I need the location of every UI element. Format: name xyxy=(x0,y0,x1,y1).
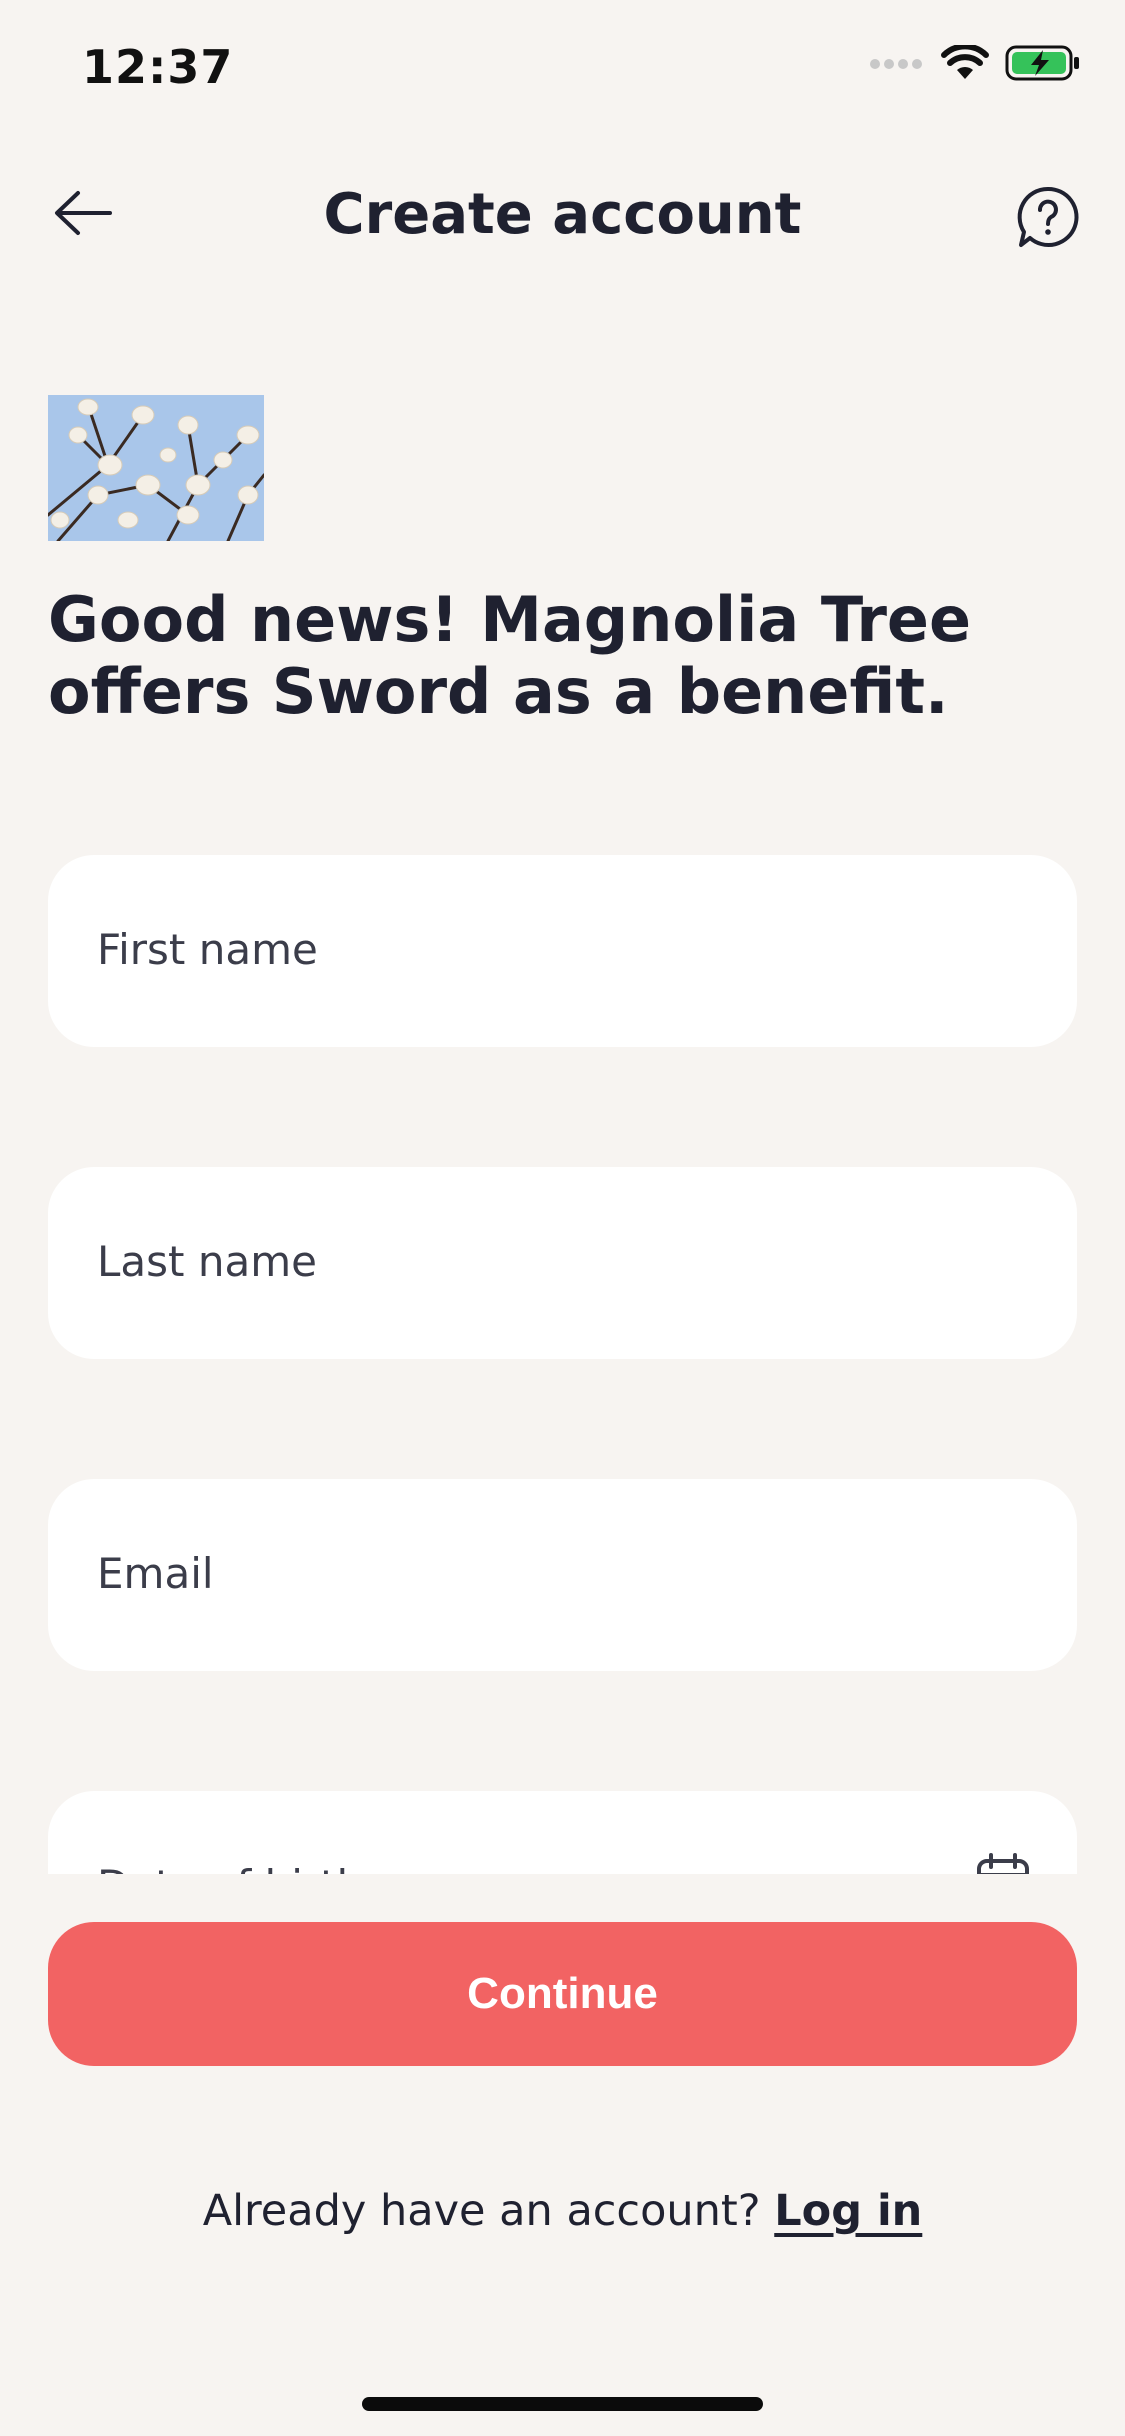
last-name-placeholder: Last name xyxy=(97,1237,317,1286)
signal-dots-icon xyxy=(869,56,925,75)
login-link[interactable]: Log in xyxy=(774,2186,922,2236)
nav-header: Create account xyxy=(0,160,1125,270)
date-of-birth-field[interactable]: Date of birth xyxy=(48,1791,1077,1874)
status-time: 12:37 xyxy=(82,40,234,94)
form-scroll-area: First name Last name Email Date of birth xyxy=(0,820,1125,1874)
help-button[interactable] xyxy=(1013,184,1083,254)
calendar-icon[interactable] xyxy=(975,1851,1031,1874)
login-prompt-text: Already have an account? xyxy=(202,2186,761,2236)
email-placeholder: Email xyxy=(97,1549,214,1598)
date-of-birth-placeholder: Date of birth xyxy=(97,1861,363,1874)
email-field[interactable]: Email xyxy=(48,1479,1077,1671)
home-indicator[interactable] xyxy=(362,2397,763,2411)
status-bar: 12:37 xyxy=(0,0,1125,140)
login-prompt-row: Already have an account? Log in xyxy=(0,2186,1125,2236)
status-icons xyxy=(869,43,1081,86)
last-name-field[interactable]: Last name xyxy=(48,1167,1077,1359)
first-name-placeholder: First name xyxy=(97,925,318,974)
first-name-field[interactable]: First name xyxy=(48,855,1077,1047)
page-title: Create account xyxy=(323,182,802,247)
battery-charging-icon xyxy=(1005,44,1081,86)
wifi-icon xyxy=(941,43,989,85)
headline: Good news! Magnolia Tree offers Sword as… xyxy=(48,583,972,728)
magnolia-tree-image xyxy=(46,395,266,543)
question-bubble-icon xyxy=(1016,185,1080,253)
continue-button[interactable]: Continue xyxy=(48,1922,1077,2066)
